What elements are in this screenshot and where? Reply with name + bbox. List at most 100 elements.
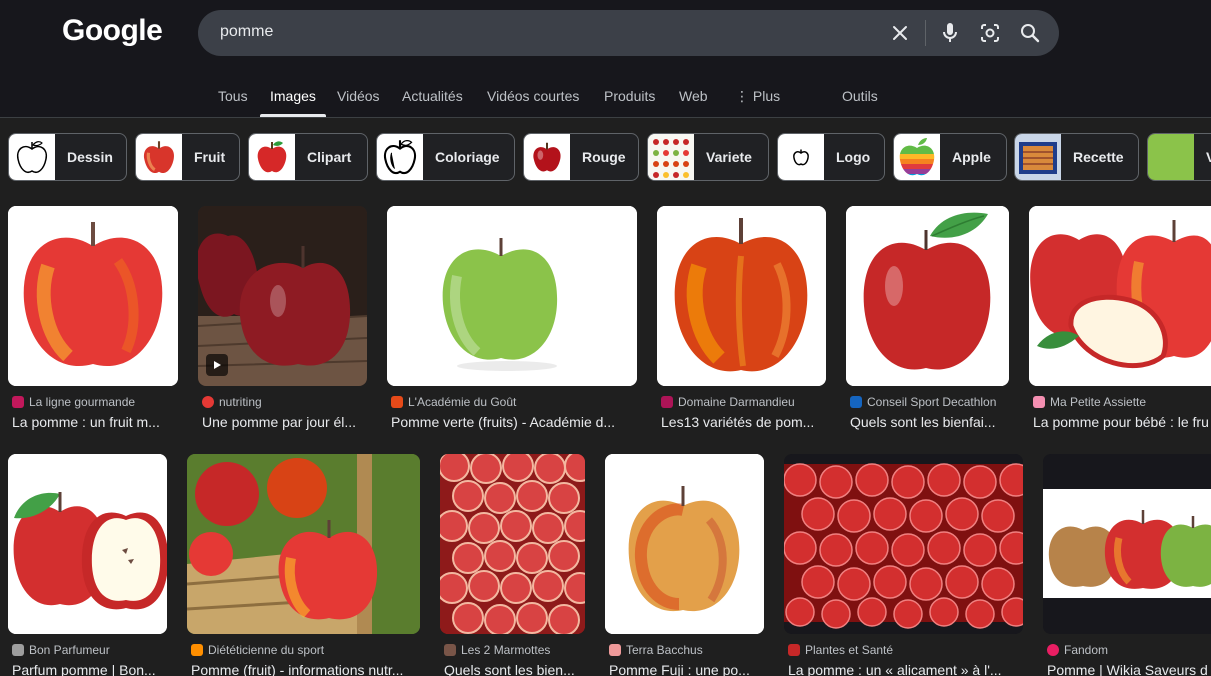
google-logo[interactable]: Google [62, 14, 163, 48]
chip-dessin[interactable]: Dessin [8, 133, 127, 181]
chip-variete[interactable]: Variete [647, 133, 769, 181]
source-name: Conseil Sport Decathlon [867, 395, 997, 409]
result-source[interactable]: Fandom [1047, 643, 1108, 657]
result-title[interactable]: Quels sont les bien... [444, 662, 585, 676]
result-source[interactable]: nutriting [202, 395, 262, 409]
result-source[interactable]: L'Académie du Goût [391, 395, 516, 409]
site-favicon-icon [661, 396, 673, 408]
rainbow-apple-logo-icon [894, 134, 940, 180]
result-thumbnail[interactable] [784, 454, 1023, 634]
tab-web[interactable]: Web [679, 88, 708, 104]
chip-apple[interactable]: Apple [893, 133, 1007, 181]
tab-tous[interactable]: Tous [218, 88, 248, 104]
chip-logo[interactable]: Logo [777, 133, 885, 181]
source-name: Diététicienne du sport [208, 643, 325, 657]
chip-label: Fruit [194, 149, 226, 165]
microphone-icon[interactable] [938, 21, 962, 45]
result-source[interactable]: Plantes et Santé [788, 643, 893, 657]
result-title[interactable]: Les13 variétés de pom... [661, 414, 825, 430]
result-title[interactable]: Parfum pomme | Bon... [12, 662, 167, 676]
tab-plus-label: Plus [752, 88, 781, 104]
site-favicon-icon [1047, 644, 1059, 656]
result-title[interactable]: La pomme : un fruit m... [12, 414, 176, 430]
result-thumbnail[interactable] [605, 454, 764, 634]
tab-videos[interactable]: Vidéos [337, 88, 380, 104]
chip-rouge[interactable]: Rouge [523, 133, 639, 181]
site-favicon-icon [1033, 396, 1045, 408]
active-tab-indicator [260, 114, 326, 117]
source-name: La ligne gourmande [29, 395, 136, 409]
result-thumbnail[interactable] [8, 454, 167, 634]
result-thumbnail[interactable] [1029, 206, 1211, 386]
result-thumbnail[interactable] [657, 206, 826, 386]
chip-label: Recette [1073, 149, 1124, 165]
result-title[interactable]: Une pomme par jour él... [202, 414, 366, 430]
tab-actualites[interactable]: Actualités [402, 88, 463, 104]
result-source[interactable]: Diététicienne du sport [191, 643, 324, 657]
header: Google pomme Tous Images Vidéos Actualit… [0, 0, 1211, 118]
result-source[interactable]: Terra Bacchus [609, 643, 703, 657]
result-title[interactable]: Quels sont les bienfai... [850, 414, 1008, 430]
apple-varieties-grid-icon [648, 134, 694, 180]
source-name: nutriting [219, 395, 262, 409]
result-source[interactable]: Les 2 Marmottes [444, 643, 550, 657]
result-title[interactable]: Pomme Fuji : une po... [609, 662, 764, 676]
chip-clipart[interactable]: Clipart [248, 133, 368, 181]
result-source[interactable]: Conseil Sport Decathlon [850, 395, 996, 409]
result-title[interactable]: La pomme : un « alicament » à l'... [788, 662, 1023, 676]
apple-outline-icon [9, 134, 55, 180]
camera-lens-icon[interactable] [978, 21, 1002, 45]
result-thumbnail[interactable] [8, 206, 178, 386]
result-title[interactable]: La pomme pour bébé : le fru [1033, 414, 1211, 430]
tab-outils[interactable]: Outils [842, 88, 878, 104]
result-thumbnail[interactable] [846, 206, 1009, 386]
result-thumbnail[interactable] [187, 454, 420, 634]
site-favicon-icon [12, 396, 24, 408]
result-thumbnail[interactable] [440, 454, 585, 634]
source-name: Domaine Darmandieu [678, 395, 795, 409]
source-name: Plantes et Santé [805, 643, 894, 657]
site-favicon-icon [444, 644, 456, 656]
result-source[interactable]: La ligne gourmande [12, 395, 135, 409]
source-name: Fandom [1064, 643, 1109, 657]
result-thumbnail[interactable] [1043, 454, 1211, 634]
tab-videos-courtes[interactable]: Vidéos courtes [487, 88, 579, 104]
coloring-apple-icon [377, 134, 423, 180]
clear-icon[interactable] [888, 21, 912, 45]
recipe-tart-icon [1015, 134, 1061, 180]
result-source[interactable]: Ma Petite Assiette [1033, 395, 1146, 409]
result-title[interactable]: Pomme (fruit) - informations nutr... [191, 662, 419, 676]
search-input[interactable]: pomme [220, 23, 273, 41]
site-favicon-icon [391, 396, 403, 408]
chip-label: Apple [952, 149, 991, 165]
result-thumbnail[interactable] [198, 206, 367, 386]
chip-label: Clipart [307, 149, 352, 165]
result-thumbnail[interactable] [387, 206, 637, 386]
chip-fruit[interactable]: Fruit [135, 133, 240, 181]
chip-recette[interactable]: Recette [1014, 133, 1139, 181]
tab-images[interactable]: Images [270, 88, 316, 104]
source-name: L'Académie du Goût [408, 395, 517, 409]
red-apple-icon [136, 134, 182, 180]
chip-label: Rouge [582, 149, 626, 165]
video-play-icon[interactable] [206, 354, 228, 376]
site-favicon-icon [12, 644, 24, 656]
search-icon[interactable] [1018, 21, 1042, 45]
source-name: Terra Bacchus [626, 643, 703, 657]
tab-produits[interactable]: Produits [604, 88, 655, 104]
clipart-apple-icon [249, 134, 295, 180]
chip-v[interactable]: V [1147, 133, 1211, 181]
apple-logo-icon [778, 134, 824, 180]
chip-label: Variete [706, 149, 752, 165]
result-title[interactable]: Pomme | Wikia Saveurs d [1047, 662, 1211, 676]
search-bar[interactable]: pomme [198, 10, 1059, 56]
tab-plus[interactable]: ⋮ Plus [735, 88, 780, 105]
chip-coloriage[interactable]: Coloriage [376, 133, 515, 181]
result-source[interactable]: Bon Parfumeur [12, 643, 110, 657]
result-title[interactable]: Pomme verte (fruits) - Académie d... [391, 414, 635, 430]
site-favicon-icon [202, 396, 214, 408]
chip-label: V [1194, 149, 1211, 165]
site-favicon-icon [191, 644, 203, 656]
result-source[interactable]: Domaine Darmandieu [661, 395, 795, 409]
search-tabs: Tous Images Vidéos Actualités Vidéos cou… [0, 80, 1211, 118]
